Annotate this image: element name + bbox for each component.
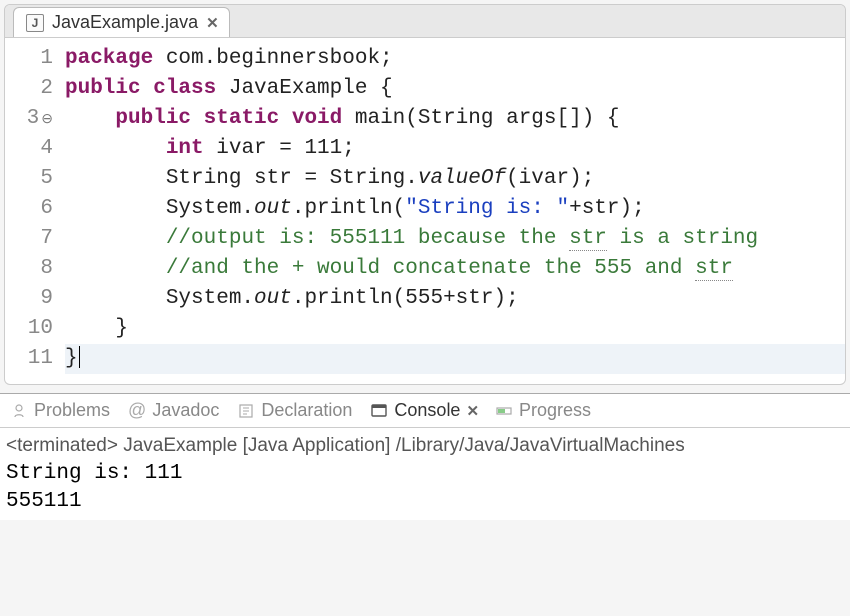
text-cursor bbox=[78, 347, 80, 370]
javadoc-icon: @ bbox=[128, 400, 146, 421]
progress-icon bbox=[495, 402, 513, 420]
console-status: <terminated> JavaExample [Java Applicati… bbox=[6, 432, 844, 460]
code-line[interactable]: //and the + would concatenate the 555 an… bbox=[65, 254, 845, 284]
editor-tab-bar: J JavaExample.java ✕ bbox=[5, 5, 845, 38]
code-line[interactable]: public static void main(String args[]) { bbox=[65, 104, 845, 134]
close-icon[interactable]: ✕ bbox=[466, 402, 477, 420]
line-number: 6 bbox=[5, 194, 53, 224]
console-output-line: 555111 bbox=[6, 488, 844, 516]
tab-javadoc[interactable]: @ Javadoc bbox=[128, 400, 219, 421]
line-number: 3⊖ bbox=[5, 104, 53, 134]
tab-progress-label: Progress bbox=[519, 400, 591, 421]
line-number: 7 bbox=[5, 224, 53, 254]
editor-tab[interactable]: J JavaExample.java ✕ bbox=[13, 7, 230, 37]
close-icon[interactable]: ✕ bbox=[206, 14, 217, 32]
editor-tab-filename: JavaExample.java bbox=[52, 12, 198, 33]
line-number: 2 bbox=[5, 74, 53, 104]
code-line[interactable]: } bbox=[65, 344, 845, 374]
code-line[interactable]: public class JavaExample { bbox=[65, 74, 845, 104]
tab-console-label: Console bbox=[394, 400, 460, 421]
code-line[interactable]: int ivar = 111; bbox=[65, 134, 845, 164]
console-icon bbox=[370, 402, 388, 420]
fold-icon[interactable]: ⊖ bbox=[41, 112, 53, 128]
line-number: 5 bbox=[5, 164, 53, 194]
code-line[interactable]: package com.beginnersbook; bbox=[65, 44, 845, 74]
code-line[interactable]: } bbox=[65, 314, 845, 344]
line-number: 10 bbox=[5, 314, 53, 344]
code-line[interactable]: String str = String.valueOf(ivar); bbox=[65, 164, 845, 194]
line-number: 4 bbox=[5, 134, 53, 164]
console-output-line: String is: 111 bbox=[6, 460, 844, 488]
code-area[interactable]: 123⊖4567891011 package com.beginnersbook… bbox=[5, 38, 845, 384]
declaration-icon bbox=[237, 402, 255, 420]
tab-progress[interactable]: Progress bbox=[495, 400, 591, 421]
bottom-panel: Problems @ Javadoc Declaration Console ✕… bbox=[0, 393, 850, 520]
code-line[interactable]: //output is: 555111 because the str is a… bbox=[65, 224, 845, 254]
tab-console[interactable]: Console ✕ bbox=[370, 400, 477, 421]
editor-panel: J JavaExample.java ✕ 123⊖4567891011 pack… bbox=[4, 4, 846, 385]
bottom-tab-bar: Problems @ Javadoc Declaration Console ✕… bbox=[0, 394, 850, 428]
tab-javadoc-label: Javadoc bbox=[152, 400, 219, 421]
tab-problems[interactable]: Problems bbox=[10, 400, 110, 421]
tab-declaration-label: Declaration bbox=[261, 400, 352, 421]
code-line[interactable]: System.out.println("String is: "+str); bbox=[65, 194, 845, 224]
line-gutter: 123⊖4567891011 bbox=[5, 44, 59, 374]
problems-icon bbox=[10, 402, 28, 420]
code-line[interactable]: System.out.println(555+str); bbox=[65, 284, 845, 314]
line-number: 1 bbox=[5, 44, 53, 74]
line-number: 11 bbox=[5, 344, 53, 374]
line-number: 8 bbox=[5, 254, 53, 284]
tab-problems-label: Problems bbox=[34, 400, 110, 421]
line-number: 9 bbox=[5, 284, 53, 314]
console-body: <terminated> JavaExample [Java Applicati… bbox=[0, 428, 850, 520]
tab-declaration[interactable]: Declaration bbox=[237, 400, 352, 421]
code-content[interactable]: package com.beginnersbook;public class J… bbox=[59, 44, 845, 374]
java-file-icon: J bbox=[26, 14, 44, 32]
